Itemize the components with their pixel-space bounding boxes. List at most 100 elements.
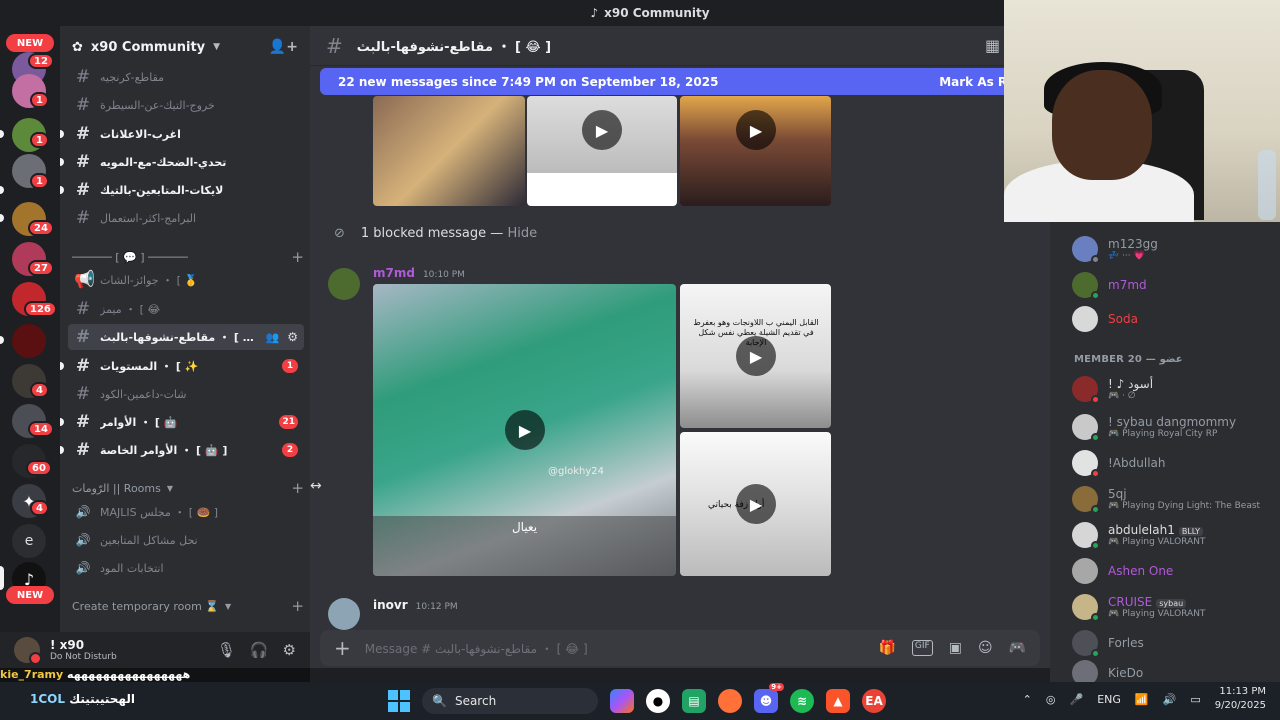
channel-item[interactable]: 📢 جوائز-الشات ・ [ 🥇 [68, 267, 304, 293]
blocked-text: 1 blocked message [360, 226, 487, 241]
play-icon[interactable]: ▶ [582, 110, 622, 150]
unread-dot [60, 362, 64, 370]
member-item[interactable]: 5qj 🎮 Playing Dying Light: The Beast [1072, 482, 1272, 516]
channel-item[interactable]: # اغرب-الاعلانات [60, 121, 304, 147]
wifi-icon[interactable]: 📶 [1135, 693, 1149, 706]
member-item[interactable]: CRUISE sybau 🎮 Playing VALORANT [1072, 590, 1272, 624]
play-icon[interactable]: ▶ [736, 484, 776, 524]
media-video[interactable]: القابل اليمني ب اللاونجات وهو بعفرط في ت… [680, 284, 831, 428]
microphone-icon[interactable]: 🎤 [1070, 693, 1084, 706]
channel-item[interactable]: # خروج-التيك-عن-السيطرة [68, 92, 304, 118]
voice-channel[interactable]: 🔊 MAJLIS مجلس ・ [ 🍩 ] [68, 499, 304, 525]
avatar[interactable] [14, 637, 42, 665]
firefox-icon[interactable] [718, 689, 742, 713]
gear-icon[interactable]: ⚙ [287, 330, 298, 344]
battery-icon[interactable]: ▭ [1190, 693, 1200, 706]
store-icon[interactable]: ▤ [682, 689, 706, 713]
video-caption: يعيال [511, 520, 538, 534]
message-author[interactable]: m7md [373, 266, 415, 280]
server-icon[interactable] [12, 324, 46, 358]
category-label: ────── [ 💬 ] ────── [72, 250, 188, 264]
gift-icon[interactable]: 🎁 [878, 640, 895, 656]
threads-icon[interactable]: ▦ [985, 36, 1000, 55]
server-header[interactable]: ✿ x90 Community ▼ 👤+ [60, 26, 310, 68]
new-messages-bar[interactable]: 22 new messages since 7:49 PM on Septemb… [320, 68, 1050, 95]
chevron-up-icon[interactable]: ⌃ [1023, 693, 1032, 706]
play-icon[interactable]: ▶ [505, 410, 545, 450]
gif-icon[interactable]: GIF [911, 640, 933, 656]
gear-icon[interactable]: ⚙ [283, 641, 296, 659]
message-author[interactable]: inovr [373, 598, 408, 612]
volume-icon[interactable]: 🔊 [1163, 693, 1177, 706]
hide-blocked-link[interactable]: Hide [507, 226, 537, 241]
member-item[interactable]: KieDo [1072, 656, 1272, 682]
media-video[interactable]: ▶ [680, 96, 831, 206]
user-status: Do Not Disturb [50, 652, 117, 662]
invite-icon[interactable]: 👥 [266, 331, 280, 344]
channel-item[interactable]: # لايكات-المتابعين-بالتيك [60, 177, 304, 203]
message-composer[interactable]: + Message # مقاطع-نشوفها-بالبث ・ [ 😂 ] 🎁… [320, 630, 1040, 666]
channel-item[interactable]: # مقاطع-كرنجيه [68, 64, 304, 90]
language-indicator[interactable]: ENG [1097, 693, 1121, 706]
member-item[interactable]: m7md [1072, 268, 1272, 302]
obs-icon[interactable]: ● [646, 689, 670, 713]
category-header[interactable]: ────── [ 💬 ] ────── + [72, 248, 304, 266]
add-channel-icon[interactable]: + [291, 248, 304, 266]
add-member-icon[interactable]: 👤+ [269, 39, 298, 55]
message-input[interactable]: Message # مقاطع-نشوفها-بالبث ・ [ 😂 ] [365, 640, 865, 657]
member-item[interactable]: abdulelah1 BLLY 🎮 Playing VALORANT [1072, 518, 1272, 552]
channel-item[interactable]: # تحدي-الضحك-مع-المويه [60, 149, 304, 175]
channel-item-active[interactable]: #مقاطع-نشوفها-بالبث ・ [ 😂 ]👥⚙ [68, 324, 304, 350]
channel-item[interactable]: # المستويات ・ [ ✨ 1 [60, 353, 304, 379]
member-item[interactable]: Soda [1072, 302, 1272, 336]
add-channel-icon[interactable]: + [291, 597, 304, 615]
media-image[interactable] [373, 96, 525, 206]
voice-channel[interactable]: 🔊 انتخابات المود [68, 555, 304, 581]
chevron-down-icon: ▼ [213, 42, 221, 52]
media-video[interactable]: ▶ @glokhy24 يعيال [373, 284, 676, 576]
channel-item[interactable]: # ميمز ・ [ 😂 [68, 296, 304, 322]
member-item[interactable]: !Abdullah [1072, 446, 1272, 480]
emoji-icon[interactable]: ☺ [978, 640, 993, 656]
user-info[interactable]: ! x90 Do Not Disturb [50, 638, 207, 662]
headphones-icon[interactable]: 🎧 [250, 641, 269, 659]
sticker-icon[interactable]: ▣ [949, 640, 962, 656]
play-icon[interactable]: ▶ [736, 336, 776, 376]
ea-app-icon[interactable]: EA [862, 689, 886, 713]
member-item[interactable]: m123gg 💤 ··· 💗 [1072, 232, 1272, 266]
taskbar-search[interactable]: 🔍 Search [422, 688, 598, 714]
brave-icon[interactable]: ▲ [826, 689, 850, 713]
apps-icon[interactable]: 🎮 [1009, 640, 1026, 656]
channel-item[interactable]: # شات-داعمين-الكود [68, 381, 304, 407]
windows-start-icon[interactable] [388, 690, 410, 712]
member-item[interactable]: Forles [1072, 626, 1272, 660]
channel-item[interactable]: # الأوامر ・ [ 🤖 21 [60, 409, 304, 435]
category-header[interactable]: الرّومات || Rooms ▼ + [72, 479, 304, 497]
voice-channel[interactable]: 🔊 نحل مشاكل المتابعين [68, 527, 304, 553]
microphone-icon[interactable]: 🎙 [217, 641, 236, 659]
avatar[interactable] [328, 598, 360, 630]
channel-item[interactable]: # الأوامر الخاصة ・ [ 🤖 ] 2 [60, 437, 304, 463]
spotify-icon[interactable]: ≋ [790, 689, 814, 713]
category-header[interactable]: Create temporary room ⌛ ▼ + [72, 597, 304, 615]
message-header: inovr 10:12 PM [373, 598, 458, 612]
hash-icon: # [75, 384, 91, 404]
add-channel-icon[interactable]: + [291, 479, 304, 497]
discord-icon[interactable]: ☻ 9+ [754, 683, 784, 713]
attach-plus-icon[interactable]: + [334, 636, 351, 660]
member-item[interactable]: ! sybau dangmommy 🎮 Playing Royal City RP [1072, 410, 1272, 444]
avatar[interactable] [328, 268, 360, 300]
sync-icon[interactable]: ◎ [1046, 693, 1056, 706]
copilot-icon[interactable] [610, 689, 634, 713]
member-item[interactable]: ! ♪ أسود 🎮 · ∅ [1072, 372, 1272, 406]
server-letter-icon[interactable]: e [12, 524, 46, 558]
media-video[interactable]: أول زفة بحياتي ▶ [680, 432, 831, 576]
clock[interactable]: 11:13 PM 9/20/2025 [1215, 685, 1266, 713]
play-icon[interactable]: ▶ [736, 110, 776, 150]
member-item[interactable]: Ashen One [1072, 554, 1272, 588]
server-mention-badge: 27 [28, 260, 54, 276]
game-icon: 🎮 [1108, 501, 1120, 511]
avatar [1072, 522, 1100, 550]
channel-item[interactable]: # البرامج-اكثر-استعمال [68, 205, 304, 231]
media-video[interactable]: ▶ [527, 96, 677, 206]
